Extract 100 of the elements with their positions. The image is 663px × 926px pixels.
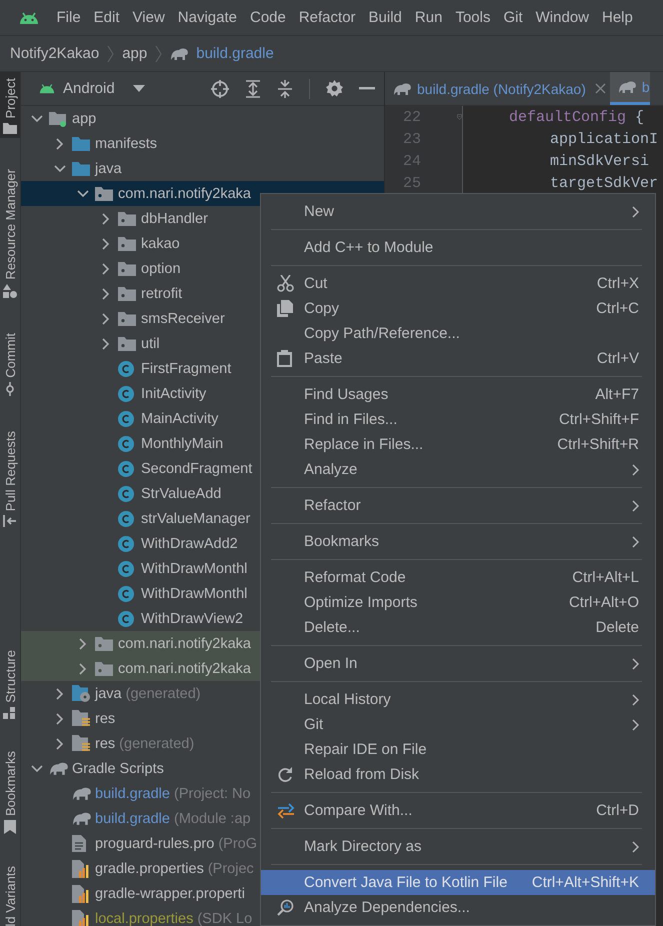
menu-item[interactable]: Mark Directory as [261,834,655,859]
elephant-icon [72,786,92,801]
package-folder-icon [118,312,136,326]
class-icon [118,486,134,502]
class-icon [118,560,134,576]
chevron-right-icon[interactable] [102,288,110,300]
menu-bar-item[interactable]: Run [408,9,449,26]
tree-item[interactable]: app [21,106,384,131]
menu-item[interactable]: Bookmarks [261,529,655,554]
menu-item[interactable]: Analyze Dependencies... [261,895,655,920]
chevron-right-icon[interactable] [79,662,87,674]
package-folder-icon [118,236,136,250]
menu-bar-item[interactable]: File [50,9,88,26]
view-selector[interactable]: Android [63,80,115,97]
menu-item[interactable]: Compare With... Ctrl+D [261,798,655,823]
menu-item[interactable]: Repair IDE on File [261,737,655,762]
minimize-icon[interactable] [359,87,375,90]
collapse-all-icon[interactable] [277,80,293,98]
shapes-icon [3,284,17,298]
breadcrumb-item[interactable]: build.gradle [196,45,274,62]
chevron-down-icon[interactable] [31,764,43,772]
analyze-icon [277,899,295,916]
class-icon [118,386,134,402]
package-folder-icon [95,186,113,200]
elephant-icon [72,811,92,826]
class-icon [118,510,134,526]
tool-window-button[interactable]: Resource Manager [0,163,20,302]
menu-bar-item[interactable]: Edit [87,9,126,26]
chevron-down-icon[interactable] [54,164,66,172]
menu-bar-item[interactable]: Refactor [292,9,362,26]
code-line: targetSdkVer [549,174,658,192]
text-file-icon [72,835,86,852]
menu-item[interactable]: Replace in Files... Ctrl+Shift+R [261,432,655,457]
menu-item[interactable]: Analyze [261,457,655,482]
class-icon [118,410,134,426]
menu-item[interactable]: Copy Path/Reference... [261,321,655,346]
menu-bar-item[interactable]: Tools [448,9,497,26]
chevron-right-icon[interactable] [56,738,64,750]
menu-item[interactable]: Refactor [261,493,655,518]
package-folder-icon [118,262,136,276]
class-icon [118,536,134,552]
chevron-right-icon[interactable] [102,312,110,324]
structure-icon [3,706,17,718]
chevron-right-icon[interactable] [102,212,110,224]
breadcrumb-item[interactable]: Notify2Kakao [10,45,100,62]
menu-item[interactable]: Git [261,712,655,737]
tool-window-button[interactable]: Commit [0,327,20,400]
menu-item[interactable]: Reload from Disk [261,762,655,787]
menu-item[interactable]: Cut Ctrl+X [261,271,655,296]
tool-window-button[interactable]: Structure [0,644,20,722]
class-icon [118,610,134,626]
menu-item[interactable]: Find in Files... Ctrl+Shift+F [261,407,655,432]
menu-item[interactable]: Find Usages Alt+F7 [261,382,655,407]
chevron-down-icon[interactable] [31,114,43,122]
chevron-right-icon[interactable] [56,688,64,700]
tool-window-button[interactable]: Pull Requests [0,424,20,532]
tree-item[interactable]: manifests [21,131,384,156]
chevron-right-icon[interactable] [56,712,64,724]
menu-item[interactable]: Copy Ctrl+C [261,296,655,321]
chevron-icon [107,44,114,62]
package-folder-icon [118,336,136,350]
dropdown-caret-icon[interactable] [132,85,145,92]
resource-folder-icon [72,734,92,752]
chevron-right-icon[interactable] [102,262,110,274]
menu-item[interactable]: Add C++ to Module [261,235,655,260]
menu-bar-item[interactable]: Navigate [171,9,244,26]
chevron-right-icon[interactable] [56,138,64,150]
expand-all-icon[interactable] [245,80,261,98]
tool-window-button[interactable]: Bookmarks [0,744,20,838]
tree-item[interactable]: java [21,156,384,181]
menu-bar-item[interactable]: Code [243,9,292,26]
menu-item[interactable]: Optimize Imports Ctrl+Alt+O [261,590,655,615]
menu-bar-item[interactable]: Git [496,9,530,26]
chevron-icon [155,44,162,62]
editor-tab[interactable]: build.gradle (Notify2Kakao) [385,72,610,105]
menu-item[interactable]: Paste Ctrl+V [261,346,655,371]
menu-item[interactable]: Local History [261,687,655,712]
elephant-icon [49,761,69,776]
tool-window-button[interactable]: Project [0,72,20,138]
menu-bar-item[interactable]: View [126,9,172,26]
chevron-down-icon[interactable] [77,190,89,198]
close-icon[interactable] [594,83,606,94]
class-icon [118,586,134,602]
bookmark-icon [4,820,16,834]
package-folder-icon [95,662,113,676]
menu-bar-item[interactable]: Build [362,9,408,26]
code-line: defaultConfig { [508,108,644,126]
tool-window-button[interactable]: ld Variants [0,860,20,926]
settings-icon[interactable] [326,80,343,97]
crosshair-icon[interactable] [211,80,229,98]
code-line: applicationI [549,130,658,148]
chevron-right-icon[interactable] [102,338,110,350]
chevron-right-icon[interactable] [79,638,87,650]
menu-bar-item[interactable]: Window [529,9,596,26]
chevron-right-icon[interactable] [102,238,110,250]
breadcrumb-item[interactable]: app [122,45,148,62]
menu-item[interactable]: Convert Java File to Kotlin File Ctrl+Alt+Shift+K [261,870,655,895]
menu-bar-item[interactable]: Help [596,9,640,26]
menu-item[interactable]: Reformat Code Ctrl+Alt+L [261,565,655,590]
pull-request-icon [3,515,17,528]
